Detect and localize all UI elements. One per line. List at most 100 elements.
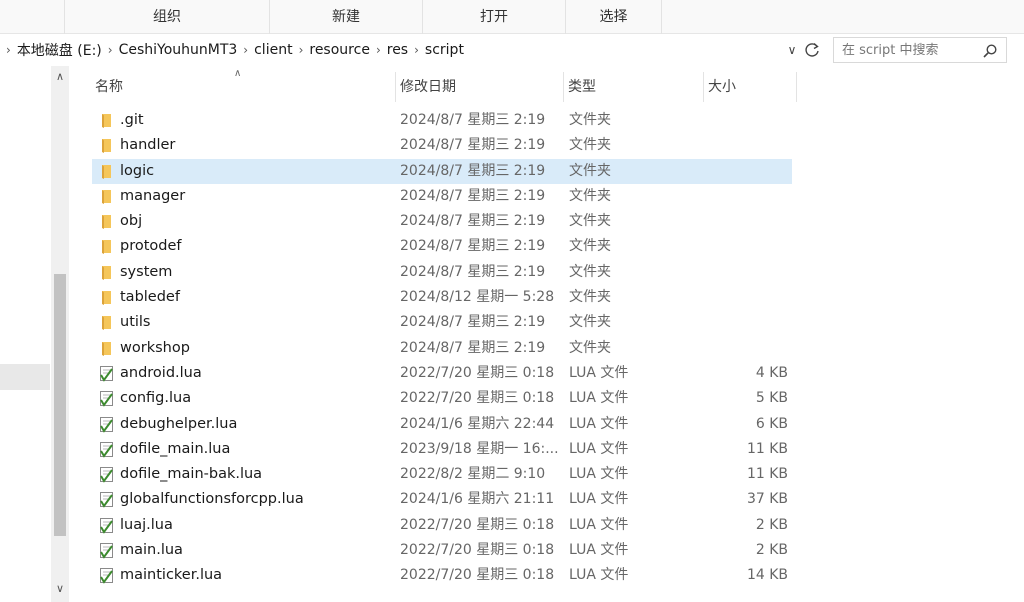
file-size: 2 KB [755,516,788,533]
file-row[interactable]: config.lua 2022/7/20 星期三 0:18 LUA 文件 5 KB [92,386,792,411]
file-name: dofile_main.lua [120,440,231,457]
file-size: 5 KB [755,390,788,407]
file-type: LUA 文件 [569,364,629,381]
file-row[interactable]: dofile_main-bak.lua 2022/8/2 星期二 9:10 LUA … [92,462,792,487]
lua-file-icon [98,517,115,534]
file-date: 2024/1/6 星期六 22:44 [400,415,555,432]
file-row[interactable]: tabledef 2024/8/12 星期一 5:28 文件夹 [92,285,792,310]
file-name: dofile_main-bak.lua [120,466,263,483]
scroll-up-icon[interactable]: ∧ [51,68,69,86]
file-type: 文件夹 [569,289,611,306]
file-row[interactable]: protodef 2024/8/7 星期三 2:19 文件夹 [92,234,792,259]
chevron-right-icon[interactable]: › [237,43,254,57]
column-header-type[interactable]: 类型 [564,72,704,102]
breadcrumb-drive[interactable]: 本地磁盘 (E:) [17,40,102,60]
breadcrumb-script[interactable]: script [425,42,464,58]
column-header-name[interactable]: 名称 [91,72,396,102]
file-row[interactable]: debughelper.lua 2024/1/6 星期六 22:44 LUA 文件 6… [92,412,792,437]
file-type: 文件夹 [569,187,611,204]
breadcrumb-resource[interactable]: resource [309,42,370,58]
file-row[interactable]: manager 2024/8/7 星期三 2:19 文件夹 [92,184,792,209]
file-row[interactable]: system 2024/8/7 星期三 2:19 文件夹 [92,260,792,285]
chevron-right-icon[interactable]: › [293,43,310,57]
file-type: 文件夹 [569,339,611,356]
file-type: 文件夹 [569,162,611,179]
ribbon-group-organize[interactable]: 组织 [64,0,270,34]
file-date: 2024/8/7 星期三 2:19 [400,213,546,230]
file-name: protodef [120,238,182,255]
chevron-right-icon[interactable]: › [102,43,119,57]
file-row[interactable]: obj 2024/8/7 星期三 2:19 文件夹 [92,209,792,234]
file-row[interactable]: dofile_main.lua 2023/9/18 星期一 16:... LUA 文… [92,437,792,462]
file-name: main.lua [120,542,183,559]
folder-icon [98,137,115,154]
file-row[interactable]: handler 2024/8/7 星期三 2:19 文件夹 [92,133,792,158]
file-name: globalfunctionsforcpp.lua [120,491,304,508]
file-date: 2024/8/7 星期三 2:19 [400,339,546,356]
file-row[interactable]: mainticker.lua 2022/7/20 星期三 0:18 LUA 文件 14… [92,563,792,588]
file-row[interactable]: logic 2024/8/7 星期三 2:19 文件夹 [92,158,792,184]
file-row[interactable]: workshop 2024/8/7 星期三 2:19 文件夹 [92,336,792,361]
file-date: 2024/8/7 星期三 2:19 [400,238,546,255]
scrollbar-thumb[interactable] [54,274,66,536]
file-name: manager [120,187,186,204]
search-box[interactable] [833,37,1007,63]
file-date: 2022/7/20 星期三 0:18 [400,364,555,381]
refresh-icon[interactable] [802,40,822,60]
ribbon-group-new[interactable]: 新建 [270,0,423,34]
column-header-date[interactable]: 修改日期 [396,72,564,102]
file-name: luaj.lua [120,516,173,533]
file-type: LUA 文件 [569,415,629,432]
folder-icon [98,213,115,230]
file-type: LUA 文件 [569,466,629,483]
file-size: 11 KB [746,466,788,483]
chevron-right-icon[interactable]: › [408,43,425,57]
file-date: 2022/7/20 星期三 0:18 [400,390,555,407]
lua-file-icon [98,491,115,509]
file-row[interactable]: .git 2024/8/7 星期三 2:19 文件夹 [92,108,792,133]
chevron-down-icon[interactable]: ∨ [784,42,800,58]
file-date: 2022/7/20 星期三 0:18 [400,567,555,584]
ribbon-group-select[interactable]: 选择 [566,0,662,34]
file-type: 文件夹 [569,263,611,280]
ribbon-group-open[interactable]: 打开 [423,0,566,34]
chevron-right-icon[interactable]: › [4,43,17,57]
file-row[interactable]: main.lua 2022/7/20 星期三 0:18 LUA 文件 2 KB [92,538,792,563]
file-type: 文件夹 [569,213,611,230]
file-row[interactable]: luaj.lua 2022/7/20 星期三 0:18 LUA 文件 2 KB [92,513,792,538]
file-type: LUA 文件 [569,516,629,533]
folder-icon [98,188,115,205]
search-icon[interactable] [982,43,998,59]
file-size: 6 KB [755,415,788,432]
lua-file-icon [98,542,115,559]
lua-file-icon [98,416,115,433]
file-type: 文件夹 [569,112,611,128]
breadcrumb-res[interactable]: res [387,42,408,58]
breadcrumb-client[interactable]: client [254,42,292,58]
folder-icon [98,314,115,331]
file-size: 14 KB [746,567,788,584]
address-bar[interactable]: › 本地磁盘 (E:) › CeshiYouhunMT3 › client › … [0,36,800,64]
file-date: 2024/8/7 星期三 2:19 [400,263,546,280]
navigation-scrollbar[interactable]: ∧ ∨ [51,66,69,602]
file-date: 2022/7/20 星期三 0:18 [400,542,555,559]
column-header-size[interactable]: 大小 [704,72,797,102]
file-name: .git [120,112,144,128]
file-type: LUA 文件 [569,567,629,584]
breadcrumb-project[interactable]: CeshiYouhunMT3 [119,42,238,58]
file-list[interactable]: .git 2024/8/7 星期三 2:19 文件夹 handler 2024/8/7 … [92,108,794,589]
chevron-right-icon[interactable]: › [370,43,387,57]
file-size: 37 KB [746,491,788,508]
scroll-down-icon[interactable]: ∨ [51,580,69,598]
file-row[interactable]: utils 2024/8/7 星期三 2:19 文件夹 [92,310,792,335]
navigation-selected-item[interactable] [0,364,50,390]
file-date: 2024/8/7 星期三 2:19 [400,112,546,128]
file-type: LUA 文件 [569,491,629,508]
file-type: LUA 文件 [569,542,629,559]
file-row[interactable]: android.lua 2022/7/20 星期三 0:18 LUA 文件 4 KB [92,361,792,386]
file-row[interactable]: globalfunctionsforcpp.lua 2024/1/6 星期六 21… [92,487,792,512]
file-date: 2024/1/6 星期六 21:11 [400,491,555,508]
search-input[interactable] [842,41,980,59]
file-date: 2022/7/20 星期三 0:18 [400,516,555,533]
file-type: LUA 文件 [569,440,629,457]
